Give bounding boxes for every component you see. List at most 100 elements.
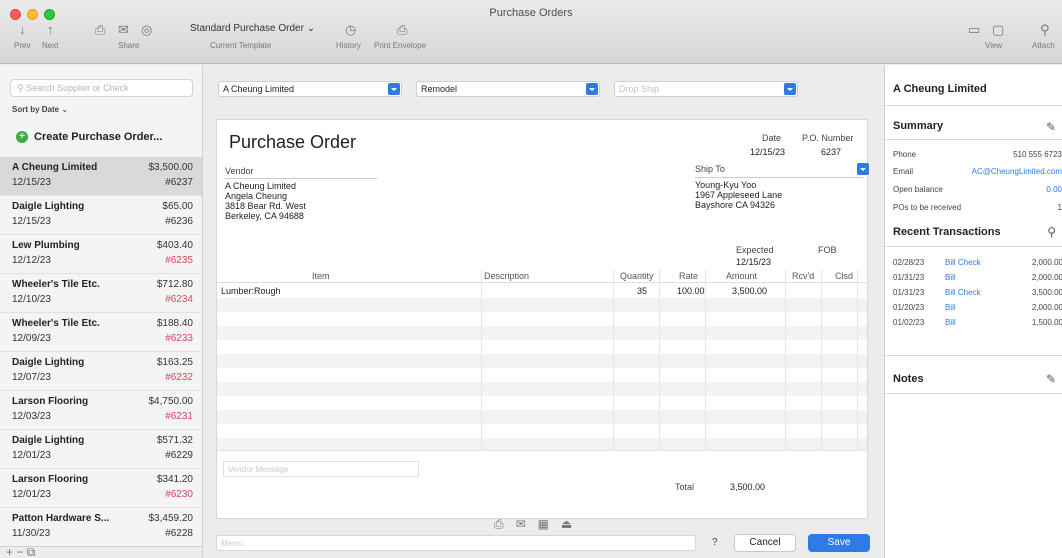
column-quantity: Quantity bbox=[620, 271, 654, 281]
print-icon[interactable]: ⎙ bbox=[494, 517, 504, 532]
list-item[interactable]: Daigle Lighting $163.25 12/07/23 #6232 bbox=[0, 352, 202, 391]
po-number-field[interactable]: 6237 bbox=[821, 147, 841, 157]
list-item-vendor: Lew Plumbing bbox=[12, 240, 80, 251]
divider bbox=[885, 246, 1062, 247]
cancel-button[interactable]: Cancel bbox=[734, 534, 796, 552]
remove-icon[interactable]: − bbox=[16, 545, 26, 558]
email-icon[interactable]: ✉ bbox=[118, 22, 129, 38]
list-item[interactable]: A Cheung Limited $3,500.00 12/15/23 #6237 bbox=[0, 157, 202, 196]
template-label: Current Template bbox=[210, 41, 272, 50]
expected-date-field[interactable]: 12/15/23 bbox=[736, 257, 771, 267]
line-rate-cell[interactable]: 100.00 bbox=[677, 284, 705, 298]
purchase-order-editor: A Cheung Limited Remodel Drop Ship Purch… bbox=[204, 65, 884, 558]
edit-pencil-icon[interactable]: ✎ bbox=[1046, 120, 1056, 134]
transaction-amount: 1,500.00 bbox=[1031, 318, 1062, 327]
transaction-type-link[interactable]: Bill bbox=[945, 318, 956, 327]
dropdown-arrow-icon bbox=[586, 83, 598, 95]
prev-button[interactable]: ↓ Prev bbox=[14, 22, 30, 50]
email-link[interactable]: AC@CheungLimited.com bbox=[972, 167, 1062, 176]
list-item[interactable]: Lew Plumbing $403.40 12/12/23 #6235 bbox=[0, 235, 202, 274]
transaction-date: 01/20/23 bbox=[893, 303, 925, 312]
transaction-row[interactable]: 01/31/23 Bill Check 3,500.00 bbox=[893, 288, 1062, 298]
template-select[interactable]: Standard Purchase Order ⌄ bbox=[190, 23, 315, 34]
list-item[interactable]: Patton Hardware S... $3,459.20 11/30/23 #62… bbox=[0, 508, 202, 547]
list-item-vendor: Larson Flooring bbox=[12, 474, 89, 485]
list-item[interactable]: Daigle Lighting $65.00 12/15/23 #6236 bbox=[0, 196, 202, 235]
vendor-address-line: 3818 Bear Rd. West bbox=[225, 201, 306, 211]
view-panel-icon[interactable]: ▢ bbox=[992, 22, 1004, 38]
next-button[interactable]: ↑ Next bbox=[42, 22, 58, 50]
total-label: Total bbox=[675, 482, 695, 492]
arrow-down-icon: ↓ bbox=[18, 22, 26, 37]
plus-icon: + bbox=[16, 131, 28, 143]
calendar-icon[interactable]: ▦ bbox=[538, 517, 549, 532]
divider bbox=[885, 139, 1062, 140]
transaction-row[interactable]: 01/20/23 Bill 2,000.00 bbox=[893, 303, 1062, 313]
line-amount-cell[interactable]: 3,500.00 bbox=[732, 284, 767, 298]
search-icon: ⚲ bbox=[17, 83, 27, 93]
expected-label: Expected bbox=[736, 245, 774, 255]
create-purchase-order-button[interactable]: + Create Purchase Order... bbox=[16, 131, 162, 143]
list-item[interactable]: Larson Flooring $341.20 12/01/23 #6230 bbox=[0, 469, 202, 508]
transaction-type-link[interactable]: Bill Check bbox=[945, 288, 981, 297]
line-quantity-cell[interactable]: 35 bbox=[637, 284, 647, 298]
transaction-type-link[interactable]: Bill Check bbox=[945, 258, 981, 267]
search-icon[interactable]: ⚲ bbox=[1047, 225, 1056, 239]
list-item[interactable]: Wheeler's Tile Etc. $188.40 12/09/23 #6233 bbox=[0, 313, 202, 352]
dropdown-arrow-icon[interactable] bbox=[857, 163, 869, 175]
class-combo[interactable]: Remodel bbox=[416, 81, 600, 97]
vendor-message-field[interactable]: Vendor Message bbox=[223, 461, 419, 477]
list-item-date: 12/15/23 bbox=[12, 177, 51, 188]
ship-to-address[interactable]: Young-Kyu Yoo 1967 Appleseed Lane Bayshore… bbox=[695, 180, 782, 210]
history-icon[interactable]: ◷ bbox=[345, 22, 356, 38]
line-item-cell[interactable]: Lumber:Rough bbox=[221, 284, 281, 298]
transaction-row[interactable]: 01/31/23 Bill 2,000.00 bbox=[893, 273, 1062, 283]
sort-by-menu[interactable]: Sort by Date ⌄ bbox=[12, 105, 68, 114]
preview-icon[interactable]: ◎ bbox=[141, 22, 152, 38]
list-item-amount: $341.20 bbox=[156, 474, 193, 485]
transaction-type-link[interactable]: Bill bbox=[945, 303, 956, 312]
envelope-printer-icon[interactable]: ⎙ bbox=[397, 22, 407, 38]
arrow-up-icon: ↑ bbox=[46, 22, 54, 37]
stamp-icon[interactable]: ⏏ bbox=[561, 517, 572, 532]
edit-pencil-icon[interactable]: ✎ bbox=[1046, 372, 1056, 386]
transaction-row[interactable]: 02/28/23 Bill Check 2,000.00 bbox=[893, 258, 1062, 268]
search-input[interactable]: ⚲ Search Supplier or Check bbox=[10, 79, 193, 97]
open-balance-value[interactable]: 0.00 bbox=[1046, 185, 1062, 194]
list-item-date: 12/07/23 bbox=[12, 372, 51, 383]
vendor-address[interactable]: A Cheung Limited Angela Cheung 3818 Bear R… bbox=[225, 181, 306, 221]
column-received: Rcv'd bbox=[792, 271, 815, 281]
add-icon[interactable]: + bbox=[6, 545, 13, 558]
save-button[interactable]: Save bbox=[808, 534, 870, 552]
transaction-date: 01/02/23 bbox=[893, 318, 925, 327]
duplicate-icon[interactable]: ⧉ bbox=[27, 545, 36, 558]
date-field[interactable]: 12/15/23 bbox=[750, 147, 785, 157]
list-item-number: #6229 bbox=[165, 450, 193, 461]
transaction-type-link[interactable]: Bill bbox=[945, 273, 956, 282]
line-items-grid[interactable]: Lumber:Rough 35 100.00 3,500.00 bbox=[217, 284, 867, 451]
paperclip-icon[interactable]: ⚲ bbox=[1040, 22, 1050, 38]
list-item-date: 12/01/23 bbox=[12, 489, 51, 500]
transaction-amount: 2,000.00 bbox=[1031, 273, 1062, 282]
list-item-number: #6228 bbox=[165, 528, 193, 539]
dropdown-arrow-icon bbox=[784, 83, 796, 95]
window-title: Purchase Orders bbox=[489, 7, 573, 19]
phone-label: Phone bbox=[893, 150, 917, 159]
chevron-down-icon: ⌄ bbox=[306, 23, 316, 34]
view-sidebar-icon[interactable]: ▭ bbox=[968, 22, 980, 38]
ship-to-field[interactable]: Ship To bbox=[695, 162, 863, 178]
line-items-header: Item Description Quantity Rate Amount Rc… bbox=[217, 271, 867, 283]
drop-ship-combo[interactable]: Drop Ship bbox=[614, 81, 798, 97]
vendor-combo[interactable]: A Cheung Limited bbox=[218, 81, 402, 97]
help-button[interactable]: ? bbox=[712, 537, 718, 548]
list-item[interactable]: Wheeler's Tile Etc. $712.80 12/10/23 #6234 bbox=[0, 274, 202, 313]
print-icon[interactable]: ⎙ bbox=[95, 22, 105, 38]
email-icon[interactable]: ✉ bbox=[516, 517, 526, 532]
list-item-amount: $188.40 bbox=[156, 318, 193, 329]
memo-field[interactable]: Memo bbox=[216, 535, 696, 551]
transaction-row[interactable]: 01/02/23 Bill 1,500.00 bbox=[893, 318, 1062, 328]
list-item-amount: $4,750.00 bbox=[148, 396, 194, 407]
list-item[interactable]: Daigle Lighting $571.32 12/01/23 #6229 bbox=[0, 430, 202, 469]
list-item-amount: $65.00 bbox=[162, 201, 193, 212]
list-item[interactable]: Larson Flooring $4,750.00 12/03/23 #6231 bbox=[0, 391, 202, 430]
